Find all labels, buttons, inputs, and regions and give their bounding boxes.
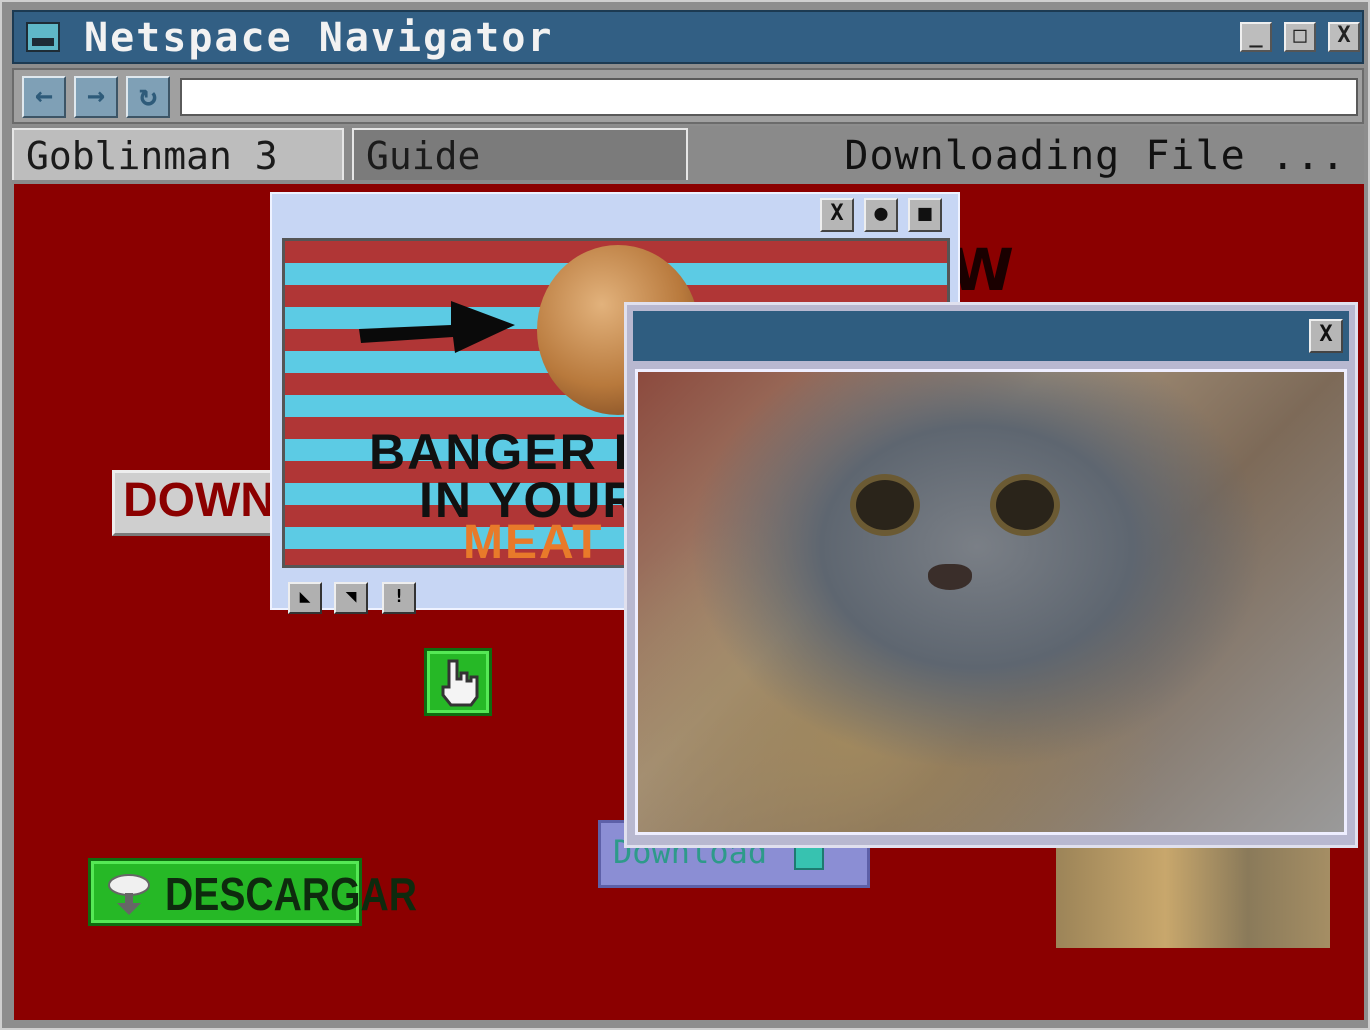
cat-popup-window[interactable]: X	[624, 302, 1358, 848]
ad-close-button[interactable]: X	[820, 198, 854, 232]
status-text: Downloading File ...	[844, 133, 1346, 179]
ad-stop-button[interactable]: ■	[908, 198, 942, 232]
tab-goblinman-3[interactable]: Goblinman 3	[12, 128, 344, 180]
window-title: Netspace Navigator	[84, 15, 554, 61]
info-button[interactable]: !	[382, 582, 416, 614]
close-button[interactable]: X	[1328, 22, 1360, 52]
arrow-icon	[359, 301, 515, 353]
kitten-photo	[635, 369, 1347, 835]
ad-headline-3: MEAT	[463, 516, 604, 568]
tab-guide[interactable]: Guide	[352, 128, 688, 180]
back-button[interactable]: ←	[22, 76, 66, 118]
hand-pointer-icon	[441, 659, 479, 707]
reload-button[interactable]: ↻	[126, 76, 170, 118]
forward-button[interactable]: →	[74, 76, 118, 118]
kitten-nose	[928, 564, 972, 590]
address-bar[interactable]	[180, 78, 1358, 116]
cat-popup-close-button[interactable]: X	[1309, 319, 1343, 353]
browser-window: Netspace Navigator _ □ X ← → ↻ Goblinman…	[0, 0, 1370, 1030]
maximize-button[interactable]: □	[1284, 22, 1316, 52]
tab-bar: Goblinman 3 Guide Downloading File ...	[12, 126, 1364, 184]
resize-corner-right-button[interactable]: ◥	[334, 582, 368, 614]
kitten-eye-right	[990, 474, 1060, 536]
title-bar[interactable]: Netspace Navigator _ □ X	[12, 10, 1364, 64]
navigation-toolbar: ← → ↻	[12, 68, 1364, 124]
ad-record-button[interactable]: ●	[864, 198, 898, 232]
cat-popup-titlebar[interactable]: X	[633, 311, 1349, 361]
app-icon	[26, 22, 60, 52]
page-content: W DOWNLOA DESCARGAR Download X ● ■	[14, 184, 1364, 1020]
descargar-button[interactable]: DESCARGAR	[88, 858, 417, 926]
descargar-label: DESCARGAR	[165, 868, 417, 920]
minimize-button[interactable]: _	[1240, 22, 1272, 52]
resize-corner-left-button[interactable]: ◣	[288, 582, 322, 614]
download-button-red[interactable]: DOWNLOA	[112, 470, 282, 536]
kitten-eye-left	[850, 474, 920, 536]
hand-cursor-button[interactable]	[424, 648, 492, 716]
cat-thumbnail-image[interactable]	[1056, 844, 1330, 948]
cloud-download-icon	[108, 874, 150, 915]
